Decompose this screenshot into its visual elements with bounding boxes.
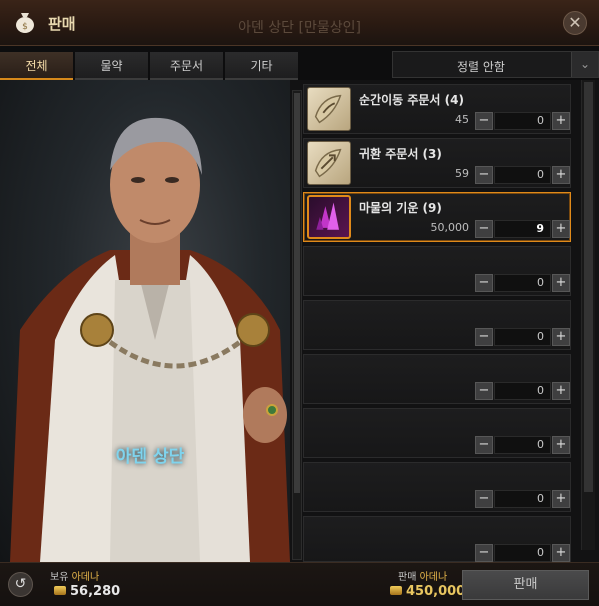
npc-portrait-panel: 아덴 상단 xyxy=(0,80,290,562)
tab-potions[interactable]: 물약 xyxy=(75,52,148,80)
right-scrollbar[interactable] xyxy=(581,80,595,550)
npc-portrait xyxy=(10,117,290,562)
quantity-stepper: − 0 + xyxy=(475,544,570,562)
title-bar: $ 판매 아덴 상단 [만물상인] ✕ xyxy=(0,0,599,46)
quantity-field[interactable]: 0 xyxy=(494,544,551,562)
owned-prefix: 보유 xyxy=(50,572,69,583)
adena-coin-icon xyxy=(390,586,402,595)
increase-button[interactable]: + xyxy=(552,490,570,508)
return-scroll-icon xyxy=(307,141,351,185)
decrease-button[interactable]: − xyxy=(475,544,493,562)
empty-item-slot[interactable]: − 0 + xyxy=(303,462,571,512)
decrease-button[interactable]: − xyxy=(475,274,493,292)
owned-currency-name: 아데나 xyxy=(71,572,100,583)
quantity-field[interactable]: 0 xyxy=(494,166,551,184)
sell-currency-name: 아데나 xyxy=(419,572,448,583)
increase-button[interactable]: + xyxy=(552,382,570,400)
sort-dropdown[interactable]: 정렬 안함 ⌄ xyxy=(392,51,599,78)
quantity-stepper: − 0 + xyxy=(475,166,570,184)
increase-button[interactable]: + xyxy=(552,436,570,454)
decrease-button[interactable]: − xyxy=(475,220,493,238)
quantity-field[interactable]: 0 xyxy=(494,274,551,292)
tab-scrolls[interactable]: 주문서 xyxy=(150,52,223,80)
item-price: 50,000 xyxy=(430,221,470,234)
sell-total-amount: 450,000 xyxy=(390,584,465,599)
item-slot[interactable]: 순간이동 주문서 (4) 45 − 0 + xyxy=(303,84,571,134)
owned-amount-value: 56,280 xyxy=(70,584,121,599)
sell-total-label: 판매 아데나 xyxy=(398,568,447,583)
decrease-button[interactable]: − xyxy=(475,328,493,346)
owned-currency-label: 보유 아데나 xyxy=(50,568,99,583)
decrease-button[interactable]: − xyxy=(475,382,493,400)
tab-all[interactable]: 전체 xyxy=(0,52,73,80)
increase-button[interactable]: + xyxy=(552,328,570,346)
purple-crystal-icon xyxy=(307,195,351,239)
empty-item-slot[interactable]: − 0 + xyxy=(303,516,571,562)
increase-button[interactable]: + xyxy=(552,220,570,238)
item-price: 59 xyxy=(455,167,469,180)
item-slot-selected[interactable]: 마물의 기운 (9) 50,000 − 9 + xyxy=(303,192,571,242)
quantity-stepper: − 0 + xyxy=(475,490,570,508)
quantity-field[interactable]: 0 xyxy=(494,382,551,400)
scroll-thumb[interactable] xyxy=(584,82,593,492)
back-icon[interactable]: ↺ xyxy=(8,572,33,597)
item-name: 순간이동 주문서 (4) xyxy=(359,93,464,107)
sell-prefix: 판매 xyxy=(398,572,417,583)
chevron-down-icon[interactable]: ⌄ xyxy=(571,52,598,77)
increase-button[interactable]: + xyxy=(552,166,570,184)
quantity-stepper: − 0 + xyxy=(475,436,570,454)
quantity-stepper: − 0 + xyxy=(475,112,570,130)
item-name: 마물의 기운 (9) xyxy=(359,201,442,215)
category-tabs: 전체 물약 주문서 기타 xyxy=(0,52,300,80)
item-name: 귀환 주문서 (3) xyxy=(359,147,442,161)
left-scrollbar[interactable] xyxy=(292,90,302,560)
quantity-field[interactable]: 9 xyxy=(494,220,551,238)
sell-button[interactable]: 판매 xyxy=(462,570,589,600)
scroll-thumb[interactable] xyxy=(294,93,300,493)
quantity-field[interactable]: 0 xyxy=(494,490,551,508)
decrease-button[interactable]: − xyxy=(475,490,493,508)
sort-label: 정렬 안함 xyxy=(457,60,505,74)
owned-amount: 56,280 xyxy=(54,584,120,599)
quantity-field[interactable]: 0 xyxy=(494,328,551,346)
quantity-stepper: − 0 + xyxy=(475,274,570,292)
increase-button[interactable]: + xyxy=(552,274,570,292)
tab-etc[interactable]: 기타 xyxy=(225,52,298,80)
decrease-button[interactable]: − xyxy=(475,166,493,184)
quantity-stepper: − 9 + xyxy=(475,220,570,238)
empty-item-slot[interactable]: − 0 + xyxy=(303,246,571,296)
increase-button[interactable]: + xyxy=(552,112,570,130)
quantity-field[interactable]: 0 xyxy=(494,436,551,454)
sell-amount-value: 450,000 xyxy=(406,584,466,599)
window-subtitle: 아덴 상단 [만물상인] xyxy=(238,20,361,36)
quantity-stepper: − 0 + xyxy=(475,382,570,400)
npc-name: 아덴 상단 xyxy=(115,447,185,467)
item-slot[interactable]: 귀환 주문서 (3) 59 − 0 + xyxy=(303,138,571,188)
footer-bar: ↺ 보유 아데나 56,280 판매 아데나 450,000 판매 xyxy=(0,562,599,606)
teleport-scroll-icon xyxy=(307,87,351,131)
decrease-button[interactable]: − xyxy=(475,436,493,454)
quantity-field[interactable]: 0 xyxy=(494,112,551,130)
empty-item-slot[interactable]: − 0 + xyxy=(303,354,571,404)
quantity-stepper: − 0 + xyxy=(475,328,570,346)
item-price: 45 xyxy=(455,113,469,126)
increase-button[interactable]: + xyxy=(552,544,570,562)
empty-item-slot[interactable]: − 0 + xyxy=(303,300,571,350)
empty-item-slot[interactable]: − 0 + xyxy=(303,408,571,458)
adena-coin-icon xyxy=(54,586,66,595)
decrease-button[interactable]: − xyxy=(475,112,493,130)
close-button[interactable]: ✕ xyxy=(563,11,587,35)
